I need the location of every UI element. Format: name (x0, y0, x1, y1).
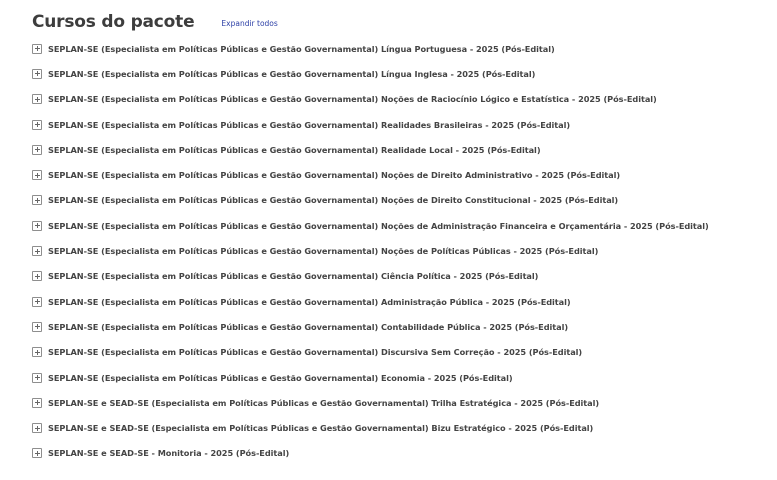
course-item-label: SEPLAN-SE (Especialista em Políticas Púb… (48, 296, 571, 307)
course-item[interactable]: SEPLAN-SE (Especialista em Políticas Púb… (32, 238, 709, 263)
course-item-label: SEPLAN-SE (Especialista em Políticas Púb… (48, 94, 657, 105)
plus-square-icon[interactable] (32, 397, 42, 408)
course-item[interactable]: SEPLAN-SE (Especialista em Políticas Púb… (32, 314, 709, 339)
course-item[interactable]: SEPLAN-SE (Especialista em Políticas Púb… (32, 289, 709, 314)
course-item[interactable]: SEPLAN-SE (Especialista em Políticas Púb… (32, 188, 709, 213)
plus-square-icon[interactable] (32, 347, 42, 358)
course-item[interactable]: SEPLAN-SE (Especialista em Políticas Púb… (32, 112, 709, 137)
course-item-label: SEPLAN-SE (Especialista em Políticas Púb… (48, 68, 536, 79)
course-item[interactable]: SEPLAN-SE e SEAD-SE (Especialista em Pol… (32, 390, 709, 415)
plus-square-icon[interactable] (32, 119, 42, 130)
course-item[interactable]: SEPLAN-SE e SEAD-SE - Monitoria - 2025 (… (32, 441, 709, 466)
page-title: Cursos do pacote (32, 12, 195, 32)
plus-square-icon[interactable] (32, 246, 42, 257)
plus-square-icon[interactable] (32, 372, 42, 383)
plus-square-icon[interactable] (32, 271, 42, 282)
course-item[interactable]: SEPLAN-SE (Especialista em Políticas Púb… (32, 365, 709, 390)
plus-square-icon[interactable] (32, 144, 42, 155)
plus-square-icon[interactable] (32, 68, 42, 79)
course-item-label: SEPLAN-SE (Especialista em Políticas Púb… (48, 220, 709, 231)
course-item-label: SEPLAN-SE (Especialista em Políticas Púb… (48, 195, 619, 206)
course-list: SEPLAN-SE (Especialista em Políticas Púb… (32, 36, 709, 466)
course-item-label: SEPLAN-SE e SEAD-SE (Especialista em Pol… (48, 423, 594, 434)
plus-square-icon[interactable] (32, 321, 42, 332)
plus-square-icon[interactable] (32, 195, 42, 206)
course-item[interactable]: SEPLAN-SE (Especialista em Políticas Púb… (32, 87, 709, 112)
course-item-label: SEPLAN-SE (Especialista em Políticas Púb… (48, 372, 513, 383)
course-package-panel: Cursos do pacote Expandir todos SEPLAN-S… (0, 0, 777, 480)
course-item[interactable]: SEPLAN-SE (Especialista em Políticas Púb… (32, 61, 709, 86)
course-item-label: SEPLAN-SE (Especialista em Políticas Púb… (48, 43, 555, 54)
course-item[interactable]: SEPLAN-SE (Especialista em Políticas Púb… (32, 162, 709, 187)
course-item-label: SEPLAN-SE (Especialista em Políticas Púb… (48, 347, 583, 358)
course-item[interactable]: SEPLAN-SE (Especialista em Políticas Púb… (32, 137, 709, 162)
course-item[interactable]: SEPLAN-SE (Especialista em Políticas Púb… (32, 36, 709, 61)
expand-all-link[interactable]: Expandir todos (221, 19, 277, 28)
panel-header: Cursos do pacote Expandir todos (32, 10, 278, 34)
course-item-label: SEPLAN-SE (Especialista em Políticas Púb… (48, 119, 571, 130)
course-item[interactable]: SEPLAN-SE (Especialista em Políticas Púb… (32, 213, 709, 238)
plus-square-icon[interactable] (32, 296, 42, 307)
plus-square-icon[interactable] (32, 448, 42, 459)
course-item-label: SEPLAN-SE e SEAD-SE - Monitoria - 2025 (… (48, 448, 290, 459)
course-item-label: SEPLAN-SE (Especialista em Políticas Púb… (48, 170, 621, 181)
course-item[interactable]: SEPLAN-SE e SEAD-SE (Especialista em Pol… (32, 415, 709, 440)
course-item[interactable]: SEPLAN-SE (Especialista em Políticas Púb… (32, 340, 709, 365)
course-item-label: SEPLAN-SE (Especialista em Políticas Púb… (48, 271, 539, 282)
course-item-label: SEPLAN-SE (Especialista em Políticas Púb… (48, 321, 569, 332)
plus-square-icon[interactable] (32, 94, 42, 105)
plus-square-icon[interactable] (32, 220, 42, 231)
course-item-label: SEPLAN-SE (Especialista em Políticas Púb… (48, 144, 541, 155)
course-item[interactable]: SEPLAN-SE (Especialista em Políticas Púb… (32, 264, 709, 289)
plus-square-icon[interactable] (32, 170, 42, 181)
plus-square-icon[interactable] (32, 43, 42, 54)
course-item-label: SEPLAN-SE e SEAD-SE (Especialista em Pol… (48, 397, 600, 408)
plus-square-icon[interactable] (32, 423, 42, 434)
course-item-label: SEPLAN-SE (Especialista em Políticas Púb… (48, 246, 599, 257)
